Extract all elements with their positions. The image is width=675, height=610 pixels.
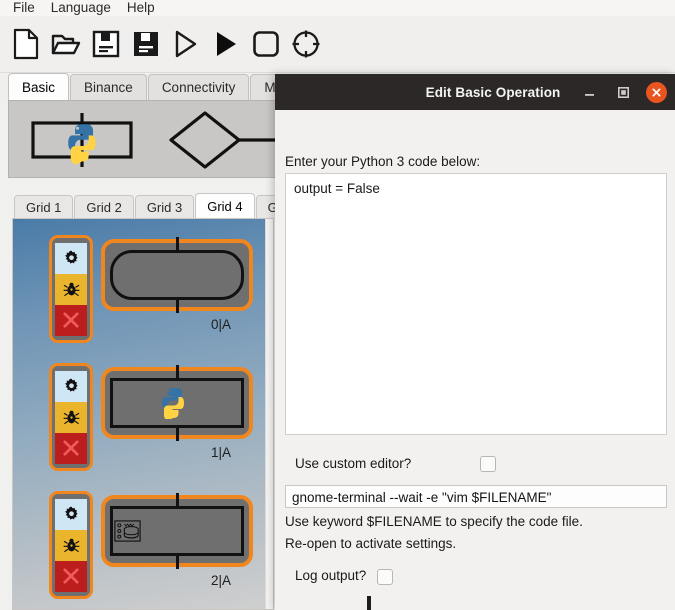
step-button[interactable]	[166, 22, 206, 66]
node-pin-bottom	[175, 425, 179, 441]
settings-button[interactable]	[55, 370, 87, 402]
dialog-bottom-handle[interactable]	[367, 596, 371, 610]
grid-canvas-frame: 0|A 1|A 2|A	[12, 218, 274, 610]
new-file-icon	[13, 28, 39, 60]
open-folder-button[interactable]	[46, 22, 86, 66]
gear-icon	[64, 506, 78, 520]
use-custom-editor-label: Use custom editor?	[295, 456, 412, 471]
node-pin-bottom	[175, 297, 179, 313]
operation-shape	[110, 506, 244, 556]
bug-icon	[62, 538, 80, 552]
operation-shape	[110, 250, 244, 300]
delete-button[interactable]	[55, 560, 87, 592]
tab-basic[interactable]: Basic	[8, 73, 70, 100]
minimize-button[interactable]	[578, 81, 600, 103]
save-as-button[interactable]	[126, 22, 166, 66]
database-server-icon	[114, 520, 141, 542]
settings-button[interactable]	[55, 242, 87, 274]
node-pin-top	[175, 237, 179, 253]
node-pin-top	[175, 493, 179, 509]
operation-block[interactable]	[101, 237, 253, 313]
palette-item-decision[interactable]	[167, 109, 277, 171]
close-icon	[652, 88, 661, 96]
dialog-body: Enter your Python 3 code below: output =…	[275, 110, 675, 610]
operation-block[interactable]	[101, 493, 253, 569]
save-button[interactable]	[86, 22, 126, 66]
window-controls	[578, 74, 667, 110]
debug-button[interactable]	[55, 529, 87, 561]
save-icon	[92, 30, 120, 58]
node-control-strip	[49, 363, 93, 471]
code-prompt-label: Enter your Python 3 code below:	[285, 154, 481, 169]
play-outline-icon	[175, 30, 197, 58]
maximize-icon	[617, 86, 629, 98]
menu-item-file[interactable]: File	[8, 1, 46, 16]
grid-canvas[interactable]: 0|A 1|A 2|A	[13, 219, 267, 609]
target-button[interactable]	[286, 22, 326, 66]
log-output-checkbox[interactable]	[377, 569, 393, 585]
code-editor-textarea[interactable]: output = False	[285, 173, 667, 435]
play-filled-icon	[217, 32, 236, 56]
menu-item-help[interactable]: Help	[122, 1, 166, 16]
tab-grid-3[interactable]: Grid 3	[134, 195, 195, 219]
use-custom-editor-checkbox[interactable]	[480, 456, 496, 472]
grid-tab-bar: Grid 1 Grid 2 Grid 3 Grid 4 G	[0, 193, 290, 219]
node-pin-bottom	[175, 553, 179, 569]
bug-icon	[62, 410, 80, 424]
operation-shape	[110, 378, 244, 428]
delete-button[interactable]	[55, 432, 87, 464]
node-pin-top	[175, 365, 179, 381]
maximize-button[interactable]	[612, 81, 634, 103]
python-operation-shape	[31, 113, 133, 167]
debug-button[interactable]	[55, 273, 87, 305]
node-control-strip	[49, 491, 93, 599]
crosshair-icon	[292, 30, 320, 58]
tab-binance[interactable]: Binance	[70, 74, 147, 100]
hint-reopen-settings: Re-open to activate settings.	[285, 536, 457, 551]
dialog-title: Edit Basic Operation	[425, 84, 561, 100]
close-x-icon	[63, 568, 79, 584]
dialog-titlebar[interactable]: Edit Basic Operation	[275, 74, 675, 110]
hint-filename-keyword: Use keyword $FILENAME to specify the cod…	[285, 514, 583, 529]
node-label: 1|A	[211, 445, 232, 460]
node-row: 1|A	[13, 353, 267, 481]
new-file-button[interactable]	[6, 22, 46, 66]
close-button[interactable]	[646, 81, 667, 103]
delete-button[interactable]	[55, 304, 87, 336]
settings-button[interactable]	[55, 498, 87, 530]
node-row: 2|A	[13, 481, 267, 609]
tab-connectivity[interactable]: Connectivity	[147, 74, 250, 100]
editor-command-input[interactable]: gnome-terminal --wait -e "vim $FILENAME"	[285, 485, 667, 508]
python-logo-icon	[162, 388, 184, 419]
menu-bar: File Language Help	[0, 0, 675, 16]
stop-square-icon	[253, 31, 279, 57]
node-label: 0|A	[211, 317, 232, 332]
tab-grid-2[interactable]: Grid 2	[74, 195, 134, 219]
save-filled-icon	[134, 32, 158, 56]
bug-icon	[62, 282, 80, 296]
palette-item-python-operation[interactable]	[23, 109, 141, 171]
close-x-icon	[63, 312, 79, 328]
canvas-scrollbar[interactable]	[265, 219, 273, 609]
gear-icon	[64, 378, 78, 392]
minimize-icon	[584, 93, 594, 96]
diamond-icon	[169, 111, 275, 169]
node-row: 0|A	[13, 225, 267, 353]
log-output-label: Log output?	[295, 568, 367, 583]
main-toolbar	[0, 16, 675, 73]
gear-icon	[64, 250, 78, 264]
stop-button[interactable]	[246, 22, 286, 66]
tab-grid-1[interactable]: Grid 1	[14, 195, 74, 219]
operation-block[interactable]	[101, 365, 253, 441]
node-control-strip	[49, 235, 93, 343]
run-button[interactable]	[206, 22, 246, 66]
close-x-icon	[63, 440, 79, 456]
tab-grid-4[interactable]: Grid 4	[195, 193, 255, 219]
edit-basic-operation-dialog: Edit Basic Operation Enter your Python 3…	[275, 74, 675, 610]
node-label: 2|A	[211, 573, 232, 588]
menu-item-language[interactable]: Language	[46, 1, 122, 16]
debug-button[interactable]	[55, 401, 87, 433]
open-folder-icon	[51, 34, 81, 55]
